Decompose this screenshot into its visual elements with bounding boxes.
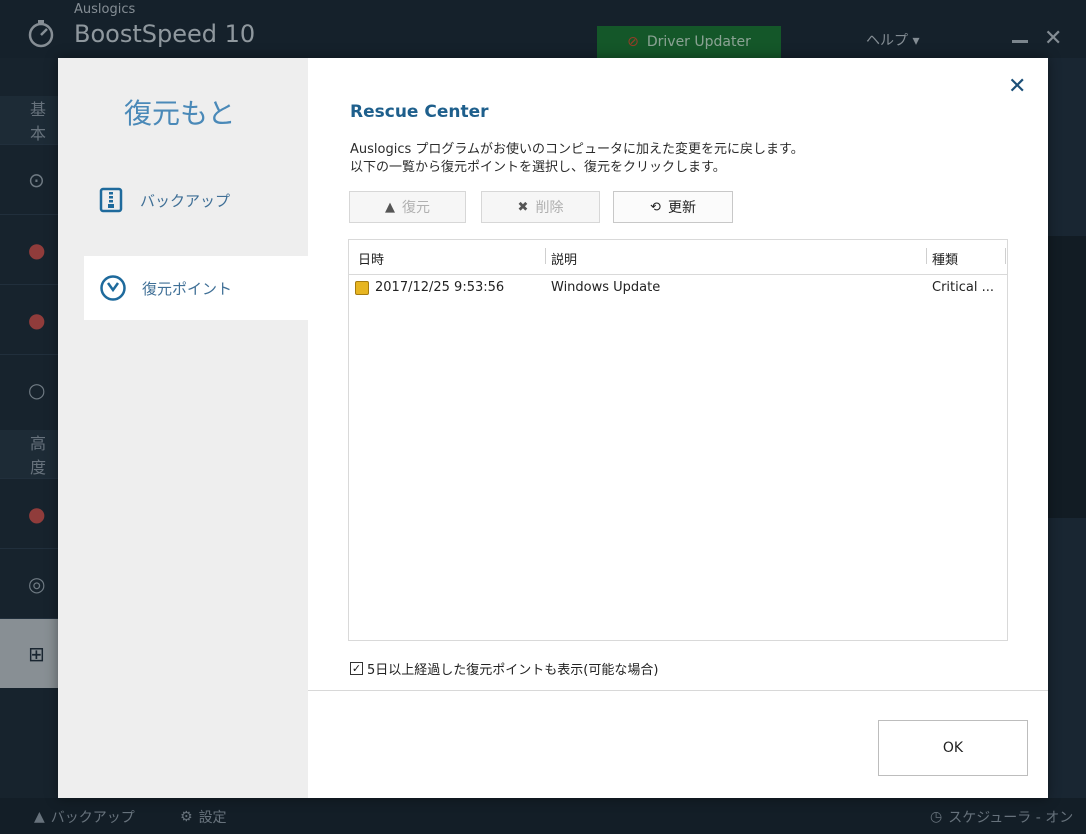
close-icon: ✖	[517, 199, 529, 215]
footer-divider	[308, 690, 1048, 691]
restore-button-label: 復元	[402, 200, 430, 216]
nav-item-restore-points-label: 復元ポイント	[142, 279, 233, 298]
refresh-icon: ⟲	[650, 199, 661, 215]
refresh-button[interactable]: ⟲ 更新	[613, 191, 733, 223]
restore-points-table[interactable]: 日時 説明 種類 2017/12/25 9:53:56 Windows Upda…	[348, 239, 1008, 641]
rescue-center-dialog: 復元もと バックアップ 復元ポイント ✕ Rescue Center Auslo…	[58, 58, 1048, 798]
show-old-points-checkbox[interactable]: ✓	[350, 662, 363, 675]
column-divider	[926, 248, 927, 264]
restore-point-clock-icon	[98, 273, 128, 303]
dialog-left-panel: 復元もと バックアップ 復元ポイント	[58, 58, 308, 798]
delete-button[interactable]: ✖ 削除	[481, 191, 600, 223]
table-header: 日時 説明 種類	[349, 240, 1007, 275]
column-header-date[interactable]: 日時	[358, 249, 384, 268]
column-header-type[interactable]: 種類	[932, 249, 958, 268]
nav-item-restore-points[interactable]: 復元ポイント	[84, 256, 308, 320]
refresh-button-label: 更新	[667, 200, 696, 216]
column-divider	[1005, 248, 1006, 264]
column-header-description[interactable]: 説明	[551, 249, 577, 268]
restore-point-icon	[355, 281, 369, 295]
ok-button[interactable]: OK	[878, 720, 1028, 776]
show-old-points-option[interactable]: ✓ 5日以上経過した復元ポイントも表示(可能な場合)	[350, 659, 658, 678]
zip-archive-icon	[96, 185, 126, 215]
row-description: Windows Update	[551, 280, 661, 295]
arrow-up-icon: ▲	[385, 199, 395, 215]
delete-button-label: 削除	[535, 200, 564, 216]
nav-item-backup-label: バックアップ	[140, 191, 231, 210]
restore-source-title: 復元もと	[124, 97, 236, 130]
dialog-title: Rescue Center	[350, 102, 489, 122]
dialog-close-button[interactable]: ✕	[1008, 76, 1026, 98]
row-type: Critical ...	[932, 280, 994, 295]
row-date: 2017/12/25 9:53:56	[375, 280, 505, 295]
dialog-description-line1: Auslogics プログラムがお使いのコンピュータに加えた変更を元に戻します。	[350, 142, 804, 157]
dialog-description-line2: 以下の一覧から復元ポイントを選択し、復元をクリックします。	[350, 160, 726, 175]
restore-button[interactable]: ▲ 復元	[349, 191, 466, 223]
show-old-points-label: 5日以上経過した復元ポイントも表示(可能な場合)	[367, 663, 659, 678]
nav-item-backup[interactable]: バックアップ	[58, 168, 308, 232]
column-divider	[545, 248, 546, 264]
table-row[interactable]: 2017/12/25 9:53:56 Windows Update Critic…	[349, 275, 1007, 301]
